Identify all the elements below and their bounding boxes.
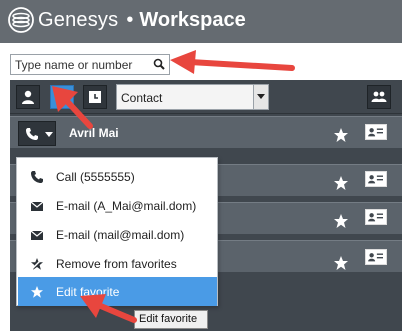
call-options-caret-icon[interactable] (45, 132, 53, 137)
genesys-logo-icon (8, 7, 34, 33)
contact-card-icon[interactable] (365, 124, 387, 140)
menu-item-label: Remove from favorites (56, 256, 177, 271)
star-icon (55, 90, 69, 104)
contacts-tab-button[interactable] (16, 85, 40, 109)
recent-tab-button[interactable] (83, 85, 107, 109)
title-separator: • (126, 8, 134, 31)
contact-filter-value: Contact (121, 91, 163, 105)
brand-name: Genesys (38, 8, 119, 31)
title-bar: Genesys • Workspace (0, 0, 402, 43)
contact-name: Avril Mai (69, 126, 119, 140)
contact-filter-select[interactable]: Contact (116, 84, 269, 110)
menu-item-label: Call (5555555) (56, 169, 135, 184)
menu-item-email-primary[interactable]: E-mail (A_Mai@mail.dom) (18, 191, 217, 220)
remove-favorite-icon (30, 257, 44, 270)
contact-card-icon[interactable] (365, 171, 387, 187)
favorite-star-icon (334, 176, 348, 190)
search-box[interactable] (10, 54, 170, 75)
contact-context-menu: Call (5555555) E-mail (A_Mai@mail.dom) E… (16, 157, 218, 306)
favorite-star-icon (334, 128, 348, 142)
menu-item-email-secondary[interactable]: E-mail (mail@mail.dom) (18, 220, 217, 249)
menu-item-label: Edit favorite (56, 284, 120, 299)
contact-card-icon[interactable] (365, 209, 387, 225)
search-input[interactable] (11, 55, 149, 74)
favorite-star-icon (334, 214, 348, 228)
product-name: Workspace (139, 8, 246, 31)
favorite-star-icon (334, 256, 348, 270)
menu-item-call[interactable]: Call (5555555) (18, 162, 217, 191)
menu-item-edit-favorite[interactable]: Edit favorite (18, 277, 217, 306)
person-icon (22, 90, 34, 104)
contact-row[interactable]: Avril Mai (10, 116, 402, 148)
search-row (0, 43, 402, 80)
call-button[interactable] (18, 121, 56, 146)
tooltip: Edit favorite (134, 310, 208, 329)
group-icon (371, 91, 387, 102)
chevron-down-icon[interactable] (253, 85, 268, 109)
contact-card-icon[interactable] (365, 249, 387, 265)
favorites-tab-button[interactable] (50, 85, 74, 109)
phone-icon (31, 170, 43, 183)
menu-item-label: E-mail (mail@mail.dom) (56, 227, 185, 242)
panel-toolbar: Contact (10, 80, 402, 114)
edit-favorite-icon (31, 285, 43, 298)
group-button[interactable] (367, 85, 391, 109)
menu-item-label: E-mail (A_Mai@mail.dom) (56, 198, 197, 213)
menu-item-remove-favorite[interactable]: Remove from favorites (18, 249, 217, 278)
envelope-icon (30, 201, 44, 211)
phone-icon (26, 128, 38, 140)
envelope-icon (30, 230, 44, 240)
brand: Genesys • Workspace (8, 7, 246, 33)
recent-icon (89, 91, 101, 103)
search-icon[interactable] (153, 58, 165, 70)
